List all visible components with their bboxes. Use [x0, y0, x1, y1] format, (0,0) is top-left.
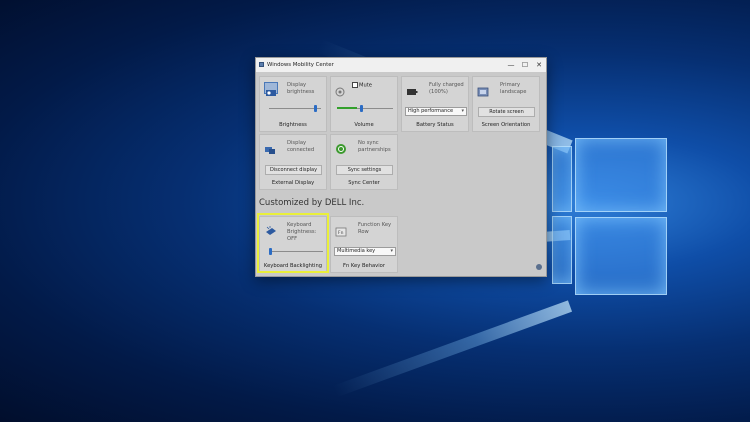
sync-settings-button[interactable]: Sync settings — [336, 165, 393, 175]
orientation-label: Primary landscape — [500, 82, 527, 95]
chevron-down-icon: ▾ — [461, 108, 464, 114]
section-heading: Customized by DELL Inc. — [259, 198, 365, 208]
brightness-slider-thumb[interactable] — [314, 105, 317, 112]
title-bar[interactable]: Windows Mobility Center — ☐ ✕ — [256, 58, 546, 72]
rotate-screen-button[interactable]: Rotate screen — [478, 107, 535, 117]
sync-caption: Sync Center — [348, 180, 380, 186]
window-title: Windows Mobility Center — [267, 62, 334, 68]
maximize-button[interactable]: ☐ — [518, 58, 532, 72]
mute-checkbox-row[interactable]: Mute — [352, 82, 392, 90]
disconnect-display-button[interactable]: Disconnect display — [265, 165, 322, 175]
fn-key-caption: Fn Key Behavior — [342, 263, 385, 269]
power-plan-select[interactable]: High performance ▾ — [405, 107, 467, 116]
brightness-tile: Display brightness Brightness — [259, 76, 327, 132]
mute-checkbox[interactable] — [352, 82, 358, 88]
display-brightness-icon[interactable] — [264, 82, 278, 96]
sync-center-tile: No sync partnerships Sync settings Sync … — [330, 134, 398, 190]
keyboard-brightness-slider[interactable] — [269, 251, 323, 252]
external-display-tile: Display connected Disconnect display Ext… — [259, 134, 327, 190]
external-display-icon — [264, 140, 278, 154]
volume-caption: Volume — [354, 122, 374, 128]
windows-logo-pane — [575, 138, 667, 212]
sync-label: No sync partnerships — [358, 140, 391, 153]
fn-key-tile: Fn Function Key Row Multimedia key ▾ Fn K… — [330, 216, 398, 273]
keyboard-caption: Keyboard Backlighting — [263, 263, 323, 269]
app-icon — [259, 62, 264, 67]
windows-logo-pane — [575, 217, 667, 295]
power-plan-value: High performance — [408, 108, 454, 114]
external-display-caption: External Display — [271, 180, 315, 186]
volume-tile: Mute Volume — [330, 76, 398, 132]
chevron-down-icon: ▾ — [390, 248, 393, 254]
external-display-label: Display connected — [287, 140, 315, 153]
sync-icon — [335, 140, 349, 154]
windows-logo-pane — [552, 146, 572, 212]
fn-key-label: Function Key Row — [358, 222, 392, 235]
keyboard-brightness-slider-thumb[interactable] — [269, 248, 272, 255]
svg-text:Fn: Fn — [338, 230, 344, 236]
volume-level-bar — [337, 107, 357, 109]
minimize-button[interactable]: — — [504, 58, 518, 72]
orientation-caption: Screen Orientation — [481, 122, 531, 128]
light-beam — [333, 300, 573, 398]
fn-key-select[interactable]: Multimedia key ▾ — [334, 247, 396, 256]
battery-tile: Fully charged (100%) High performance ▾ B… — [401, 76, 469, 132]
keyboard-brightness-label: Keyboard Brightness: OFF — [287, 222, 317, 242]
fn-key-value: Multimedia key — [337, 248, 376, 254]
volume-slider-thumb[interactable] — [360, 105, 363, 112]
help-icon[interactable] — [536, 264, 542, 270]
keyboard-brightness-icon — [264, 222, 278, 235]
speaker-icon[interactable] — [335, 82, 349, 97]
mute-label: Mute — [359, 82, 372, 89]
windows-logo-pane — [552, 216, 572, 284]
orientation-tile: Primary landscape Rotate screen Screen O… — [472, 76, 540, 132]
brightness-label: Display brightness — [287, 82, 315, 95]
battery-status-text: Fully charged (100%) — [429, 82, 464, 95]
keyboard-backlighting-tile: Keyboard Brightness: OFF Keyboard Backli… — [259, 216, 327, 273]
screen-orientation-icon — [477, 82, 491, 97]
function-key-icon: Fn — [335, 222, 349, 237]
close-button[interactable]: ✕ — [532, 58, 546, 72]
battery-icon — [406, 82, 420, 95]
brightness-caption: Brightness — [279, 122, 307, 128]
battery-caption: Battery Status — [416, 122, 454, 128]
mobility-center-window: Windows Mobility Center — ☐ ✕ Display br… — [255, 57, 547, 277]
